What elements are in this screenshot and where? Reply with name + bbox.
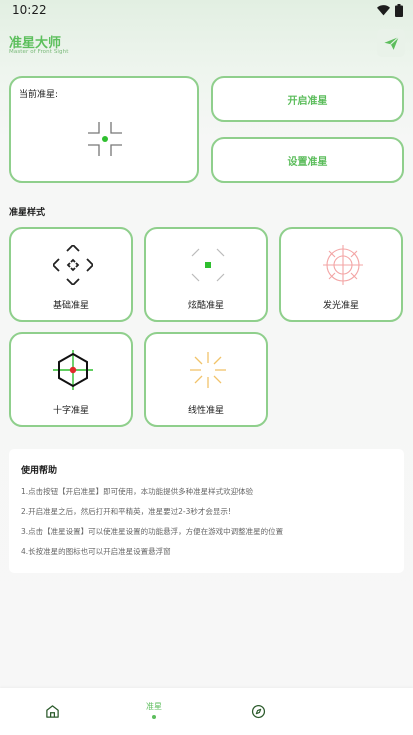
style-card-basic[interactable]: 基础准星 [9,227,133,322]
nav-crosshair-tab[interactable]: 准星 [134,688,174,735]
nav-crosshair-label: 准星 [146,702,162,711]
cross-crosshair-icon [53,350,93,390]
help-item: 4.长按准星的图标也可以开启准星设置悬浮窗 [21,547,171,556]
compass-icon [251,704,265,719]
help-item: 2.开启准星之后，然后打开和平精英，准星要过2-3秒才会显示! [21,507,231,516]
crosshair-settings-button[interactable]: 设置准星 [211,137,404,183]
status-bar: 10:22 [0,0,413,22]
cool-crosshair-icon [191,248,225,282]
current-crosshair-label: 当前准星: [19,90,59,100]
help-panel: 使用帮助 1.点击按钮【开启准星】即可使用，本功能提供多种准星样式欢迎体验 2.… [9,449,404,573]
glow-crosshair-icon [323,245,363,285]
style-card-cross[interactable]: 十字准星 [9,332,133,427]
style-label: 线性准星 [187,406,224,416]
style-card-cool[interactable]: 炫酷准星 [144,227,268,322]
status-icons [377,4,403,17]
nav-home[interactable] [36,688,68,735]
open-crosshair-button[interactable]: 开启准星 [211,76,404,122]
share-button[interactable] [377,29,405,57]
active-tab-indicator [152,715,156,719]
style-card-linear[interactable]: 线性准星 [144,332,268,427]
basic-crosshair-icon [53,245,93,285]
help-item: 1.点击按钮【开启准星】即可使用，本功能提供多种准星样式欢迎体验 [21,487,254,496]
bottom-nav: 准星 [0,688,413,735]
style-label: 十字准星 [52,406,89,416]
app-subtitle: Master of Front Sight [9,49,69,55]
style-label: 发光准星 [322,301,359,311]
style-card-glow[interactable]: 发光准星 [279,227,403,322]
battery-icon [395,4,403,17]
current-crosshair-preview [88,122,122,156]
style-label: 基础准星 [52,301,89,311]
style-label: 炫酷准星 [187,301,224,311]
paper-plane-icon [383,36,399,50]
current-crosshair-card: 当前准星: [9,76,199,183]
linear-crosshair-icon [190,352,226,388]
help-item: 3.点击【准星设置】可以使准星设置的功能悬浮，方便在游戏中调整准星的位置 [21,527,284,536]
nav-discover[interactable] [242,688,274,735]
home-icon [45,705,59,718]
wifi-icon [377,5,390,16]
help-title: 使用帮助 [21,466,58,476]
styles-section-title: 准星样式 [9,208,46,218]
status-time: 10:22 [12,3,47,17]
